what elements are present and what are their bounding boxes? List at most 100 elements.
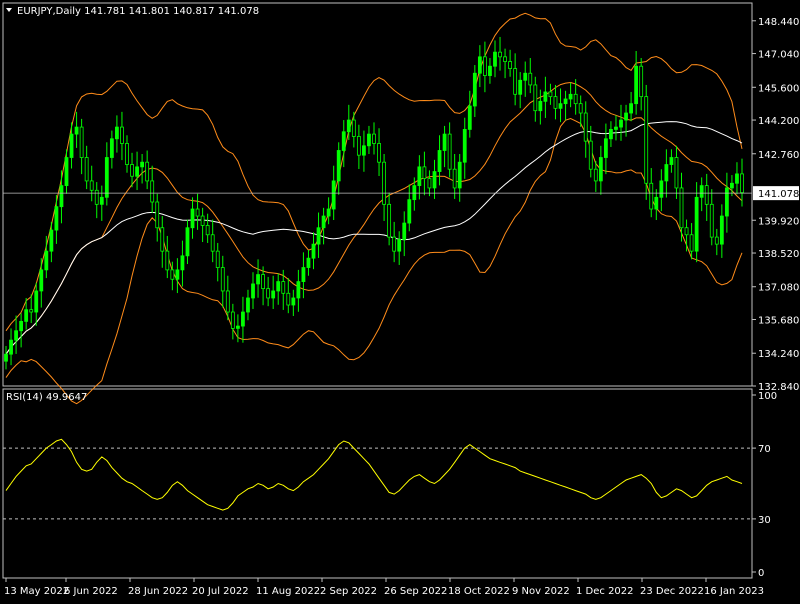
- candle-body: [4, 353, 8, 362]
- candle-body: [629, 103, 633, 114]
- candle-body: [684, 227, 689, 236]
- candle-body: [225, 290, 230, 313]
- candle-body: [180, 255, 185, 271]
- candle-body: [19, 320, 24, 332]
- candle-body: [291, 297, 296, 306]
- candle-body: [246, 297, 250, 313]
- candle-body: [588, 140, 593, 170]
- candle-body: [644, 96, 649, 184]
- candle-body: [699, 185, 704, 198]
- candle-body: [432, 171, 437, 189]
- candle-body: [558, 103, 563, 109]
- candle-body: [135, 166, 139, 177]
- candle-body: [427, 178, 432, 189]
- candle-body: [382, 161, 386, 205]
- rsi-tick-label: 100: [758, 391, 777, 402]
- price-tick-label: 135.680: [758, 316, 799, 327]
- candle-body: [377, 143, 381, 163]
- time-tick-label: 9 Nov 2022: [512, 586, 570, 597]
- candle-body: [568, 93, 573, 100]
- candle-body: [387, 203, 392, 238]
- candle-body: [634, 65, 639, 105]
- price-tick-label: 139.920: [758, 216, 799, 227]
- candle-body: [609, 129, 613, 140]
- candle-body: [367, 133, 371, 147]
- time-tick-label: 11 Aug 2022: [256, 586, 320, 597]
- candle-body: [195, 208, 200, 217]
- price-tick-label: 148.440: [758, 17, 799, 28]
- candle-body: [64, 157, 69, 187]
- time-tick-label: 1 Dec 2022: [576, 586, 634, 597]
- candle-body: [175, 269, 180, 280]
- candle-body: [412, 185, 417, 201]
- rsi-tick-label: 30: [758, 515, 771, 526]
- candle-body: [437, 150, 442, 172]
- candle-body: [29, 309, 34, 313]
- candle-body: [719, 215, 724, 245]
- trading-chart: 148.440 147.040 145.600 144.200 142.760 139.9…: [0, 0, 800, 600]
- candle-body: [326, 208, 331, 217]
- candle-body: [442, 133, 447, 151]
- candle-body: [669, 157, 674, 165]
- candle-body: [407, 199, 412, 224]
- candle-body: [69, 133, 74, 158]
- candle-body: [593, 168, 598, 182]
- candle-body: [281, 281, 286, 294]
- rsi-tick-label: 70: [758, 444, 771, 455]
- candle-body: [120, 126, 124, 144]
- candle-body: [362, 145, 366, 156]
- candle-body: [538, 100, 543, 112]
- candle-body: [256, 274, 260, 285]
- candle-body: [493, 51, 497, 67]
- candle-body: [503, 56, 507, 62]
- candle: [644, 84, 649, 200]
- candle-body: [573, 93, 578, 105]
- candle-body: [351, 119, 356, 137]
- time-tick-label: 13 May 2022: [4, 586, 69, 597]
- candle-body: [125, 143, 129, 165]
- candle-body: [483, 56, 487, 76]
- candle-body: [331, 180, 336, 210]
- candle-body: [467, 105, 472, 130]
- candle-body: [356, 136, 361, 156]
- candle-body: [462, 129, 467, 163]
- candle-body: [477, 56, 482, 74]
- candle-body: [79, 126, 84, 158]
- candle-body: [452, 168, 457, 189]
- candle-body: [664, 164, 669, 182]
- candle-body: [740, 173, 744, 194]
- candle-body: [598, 157, 603, 182]
- rsi-header: RSI(14) 49.9647: [6, 392, 87, 403]
- candle-body: [346, 119, 351, 133]
- candle-body: [94, 189, 99, 205]
- candle-body: [730, 182, 734, 189]
- candle-body: [220, 267, 225, 292]
- candle-body: [286, 292, 291, 306]
- candle-body: [543, 91, 548, 102]
- price-tick-label: 137.080: [758, 283, 799, 294]
- candle-body: [276, 281, 281, 292]
- candle-body: [145, 161, 150, 182]
- candle-body: [205, 225, 210, 236]
- candle-body: [266, 288, 271, 299]
- last-price-label: 141.078: [758, 189, 799, 200]
- candle-body: [215, 250, 220, 268]
- time-tick-label: 18 Oct 2022: [448, 586, 510, 597]
- candle-body: [14, 330, 18, 341]
- candle-body: [447, 133, 452, 170]
- candle-body: [563, 98, 568, 105]
- candle-body: [311, 243, 316, 259]
- chart-canvas: 148.440 147.040 145.600 144.200 142.760 139.9…: [0, 0, 800, 600]
- candle-body: [9, 339, 13, 355]
- candle-body: [155, 201, 160, 229]
- candle-body: [714, 236, 719, 245]
- time-tick-label: 28 Jun 2022: [128, 586, 188, 597]
- price-tick-label: 134.240: [758, 349, 799, 360]
- candle-body: [402, 222, 407, 240]
- candle-body: [341, 131, 346, 151]
- candle-body: [709, 203, 714, 238]
- candle-body: [44, 250, 49, 271]
- rsi-tick-label: 0: [758, 568, 764, 579]
- candle-body: [251, 283, 255, 299]
- candle-body: [235, 325, 240, 329]
